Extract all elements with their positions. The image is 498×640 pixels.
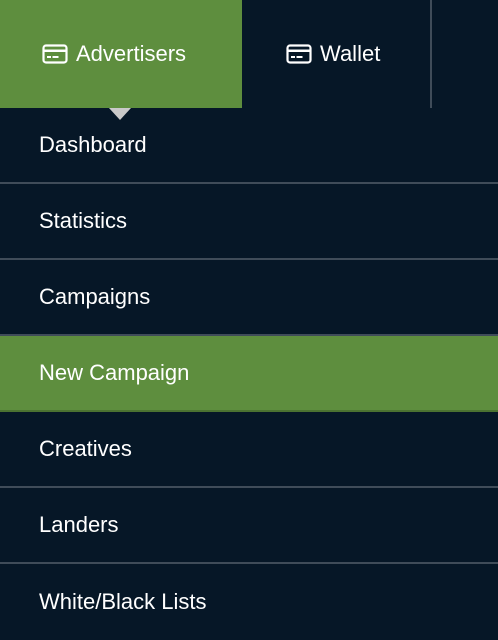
menu-item-label: Creatives: [39, 436, 132, 461]
menu-item-campaigns[interactable]: Campaigns: [0, 260, 498, 336]
menu-item-label: Dashboard: [39, 132, 147, 157]
menu-item-white-black-lists[interactable]: White/Black Lists: [0, 564, 498, 640]
menu-item-label: Statistics: [39, 208, 128, 233]
credit-card-icon: [286, 44, 312, 64]
active-tab-caret: [109, 108, 131, 120]
menu-item-dashboard[interactable]: Dashboard: [0, 108, 498, 184]
tab-advertisers-label: Advertisers: [76, 41, 187, 66]
sidebar-menu: Dashboard Statistics Campaigns New Campa…: [0, 108, 498, 640]
menu-item-label: New Campaign: [39, 360, 190, 385]
menu-item-label: Landers: [39, 512, 119, 537]
menu-item-statistics[interactable]: Statistics: [0, 184, 498, 260]
menu-item-landers[interactable]: Landers: [0, 488, 498, 564]
tab-advertisers[interactable]: Advertisers: [0, 0, 242, 108]
tab-divider: [430, 0, 432, 108]
tab-wallet-label: Wallet: [320, 41, 381, 66]
menu-item-new-campaign[interactable]: New Campaign: [0, 336, 498, 412]
tab-wallet[interactable]: Wallet: [242, 0, 430, 108]
top-tab-bar: Advertisers Wallet: [0, 0, 498, 108]
credit-card-icon: [42, 44, 68, 64]
menu-item-label: White/Black Lists: [39, 589, 207, 614]
menu-item-creatives[interactable]: Creatives: [0, 412, 498, 488]
menu-item-label: Campaigns: [39, 284, 151, 309]
